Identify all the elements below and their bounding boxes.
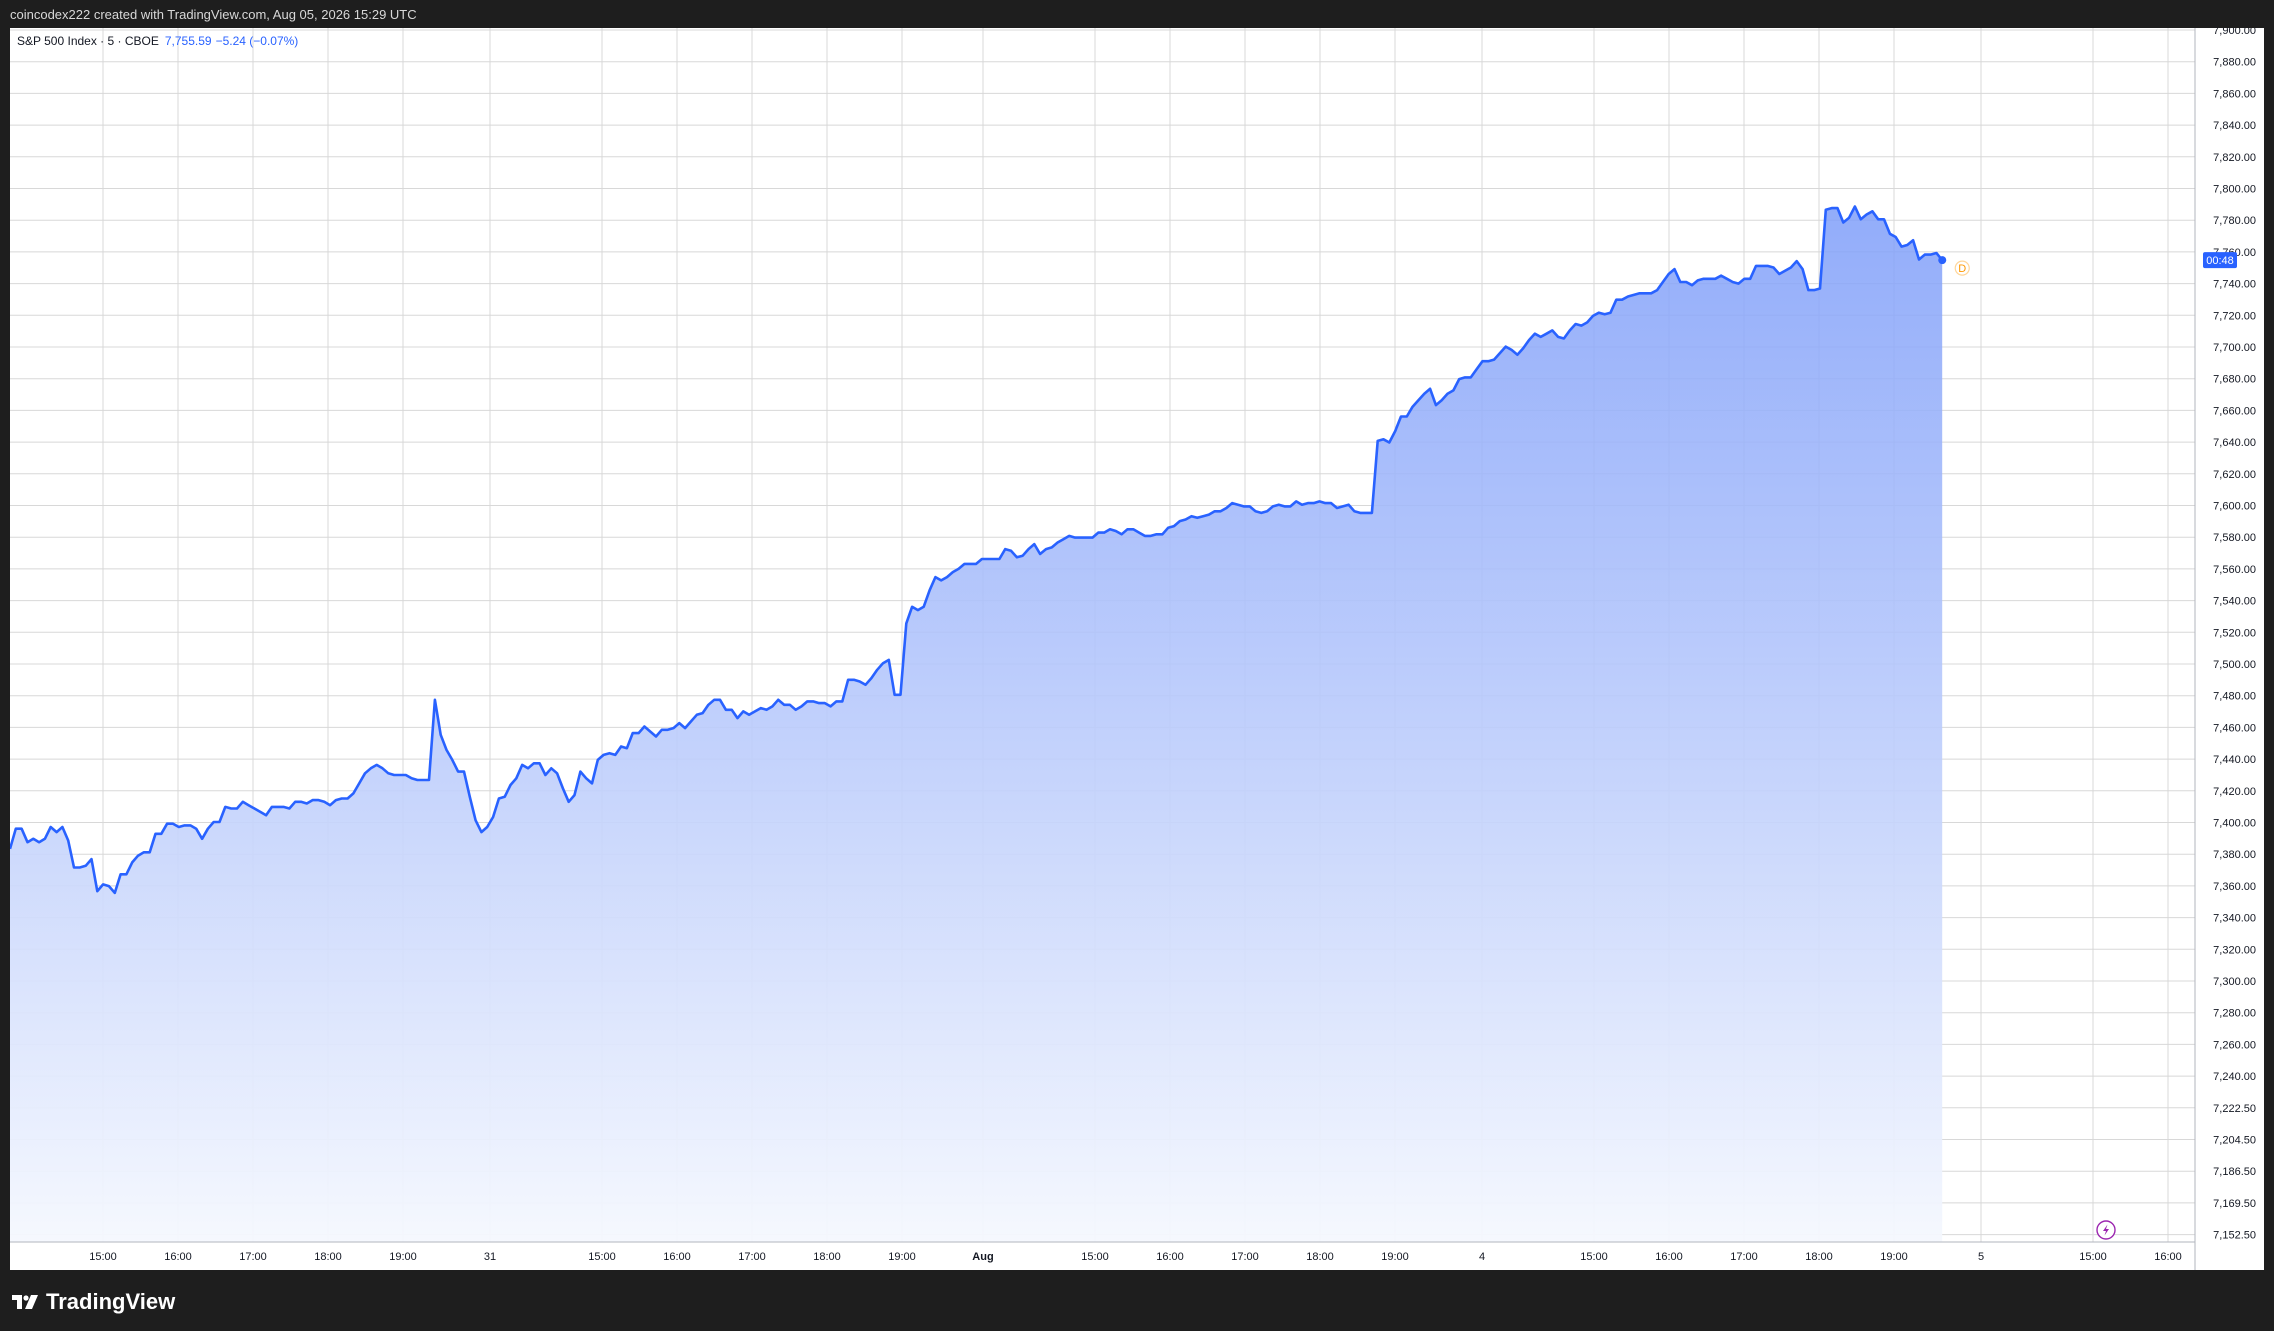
y-tick-label: 7,340.00	[2213, 913, 2256, 925]
x-tick-label: 4	[1479, 1251, 1485, 1263]
x-tick-label: 19:00	[1381, 1251, 1409, 1263]
x-tick-label: 16:00	[663, 1251, 691, 1263]
y-tick-label: 7,500.00	[2213, 659, 2256, 671]
dividend-marker-label: D	[1958, 263, 1966, 275]
time-axis[interactable]: 15:00 16:00 17:00 18:00 19:00 31 15:00 16:00 17:…	[89, 1251, 2182, 1263]
tradingview-brand[interactable]: TradingView	[12, 1289, 175, 1315]
y-tick-label: 7,820.00	[2213, 152, 2256, 164]
y-tick-label: 7,580.00	[2213, 532, 2256, 544]
y-tick-label: 7,680.00	[2213, 374, 2256, 386]
x-tick-label: 15:00	[1580, 1251, 1608, 1263]
brand-name: TradingView	[46, 1289, 176, 1314]
y-tick-label: 7,540.00	[2213, 596, 2256, 608]
chart-credit-text: coincodex222 created with TradingView.co…	[10, 7, 417, 22]
x-tick-label: 15:00	[1081, 1251, 1109, 1263]
y-tick-label: 7,460.00	[2213, 722, 2256, 734]
y-tick-label: 7,660.00	[2213, 405, 2256, 417]
y-tick-label: 7,840.00	[2213, 120, 2256, 132]
price-area-fill	[10, 206, 1943, 1242]
y-tick-label: 7,700.00	[2213, 342, 2256, 354]
price-change-value: −5.24 (−0.07%)	[215, 34, 299, 48]
y-tick-label: 7,480.00	[2213, 691, 2256, 703]
y-tick-label: 7,900.00	[2213, 28, 2256, 37]
x-tick-label: 18:00	[1306, 1251, 1334, 1263]
price-axis[interactable]: 7,900.00 7,880.00 7,860.00 7,840.00 7,820.00…	[2213, 28, 2256, 1242]
x-tick-label: 18:00	[813, 1251, 841, 1263]
x-tick-label: 17:00	[738, 1251, 766, 1263]
y-tick-label: 7,520.00	[2213, 627, 2256, 639]
x-tick-label: 16:00	[2154, 1251, 2182, 1263]
y-tick-label: 7,440.00	[2213, 754, 2256, 766]
x-tick-label: 17:00	[1730, 1251, 1758, 1263]
x-tick-label: 31	[484, 1251, 496, 1263]
y-tick-label: 7,169.50	[2213, 1198, 2256, 1210]
dividend-marker[interactable]: D	[1954, 260, 1970, 276]
x-tick-label: 17:00	[239, 1251, 267, 1263]
y-tick-label: 7,860.00	[2213, 88, 2256, 100]
x-tick-label: 16:00	[1655, 1251, 1683, 1263]
last-price-badge: 00:48	[2203, 252, 2237, 269]
y-tick-label: 7,360.00	[2213, 881, 2256, 893]
x-tick-label: 17:00	[1231, 1251, 1259, 1263]
x-tick-label: 19:00	[389, 1251, 417, 1263]
y-tick-label: 7,260.00	[2213, 1039, 2256, 1051]
symbol-legend[interactable]: S&P 500 Index · 5 · CBOE 7,755.59 −5.24 (−…	[17, 34, 298, 48]
y-tick-label: 7,600.00	[2213, 501, 2256, 513]
y-tick-label: 7,740.00	[2213, 279, 2256, 291]
x-tick-label: 18:00	[1805, 1251, 1833, 1263]
y-tick-label: 7,204.50	[2213, 1135, 2256, 1147]
x-tick-label: 19:00	[888, 1251, 916, 1263]
y-tick-label: 7,640.00	[2213, 437, 2256, 449]
tradingview-logo-icon	[12, 1295, 38, 1309]
lightning-icon[interactable]	[2096, 1220, 2116, 1240]
y-tick-label: 7,320.00	[2213, 944, 2256, 956]
y-tick-label: 7,222.50	[2213, 1103, 2256, 1115]
x-tick-label: 15:00	[2079, 1251, 2107, 1263]
x-tick-label: Aug	[972, 1251, 993, 1263]
y-tick-label: 7,780.00	[2213, 215, 2256, 227]
last-price-countdown: 00:48	[2206, 255, 2234, 267]
x-tick-label: 16:00	[1156, 1251, 1184, 1263]
x-tick-label: 16:00	[164, 1251, 192, 1263]
y-tick-label: 7,280.00	[2213, 1008, 2256, 1020]
y-tick-label: 7,240.00	[2213, 1071, 2256, 1083]
y-tick-label: 7,620.00	[2213, 469, 2256, 481]
y-tick-label: 7,152.50	[2213, 1230, 2256, 1242]
y-tick-label: 7,800.00	[2213, 184, 2256, 196]
x-tick-label: 18:00	[314, 1251, 342, 1263]
price-chart[interactable]: 7,900.00 7,880.00 7,860.00 7,840.00 7,820.00…	[10, 28, 2264, 1270]
chart-frame[interactable]: 7,900.00 7,880.00 7,860.00 7,840.00 7,820.00…	[10, 28, 2264, 1270]
y-tick-label: 7,400.00	[2213, 818, 2256, 830]
y-tick-label: 7,420.00	[2213, 786, 2256, 798]
x-tick-label: 5	[1978, 1251, 1984, 1263]
x-tick-label: 15:00	[89, 1251, 117, 1263]
y-tick-label: 7,720.00	[2213, 310, 2256, 322]
y-tick-label: 7,560.00	[2213, 564, 2256, 576]
x-tick-label: 15:00	[588, 1251, 616, 1263]
chart-credit-bar: coincodex222 created with TradingView.co…	[0, 0, 2274, 28]
y-tick-label: 7,300.00	[2213, 976, 2256, 988]
y-tick-label: 7,380.00	[2213, 849, 2256, 861]
symbol-title: S&P 500 Index · 5 · CBOE	[17, 34, 159, 48]
last-price-dot	[1938, 256, 1947, 265]
last-price-value: 7,755.59	[164, 34, 212, 48]
y-tick-label: 7,880.00	[2213, 57, 2256, 69]
y-tick-label: 7,186.50	[2213, 1166, 2256, 1178]
footer-bar: TradingView	[0, 1270, 2274, 1331]
x-tick-label: 19:00	[1880, 1251, 1908, 1263]
